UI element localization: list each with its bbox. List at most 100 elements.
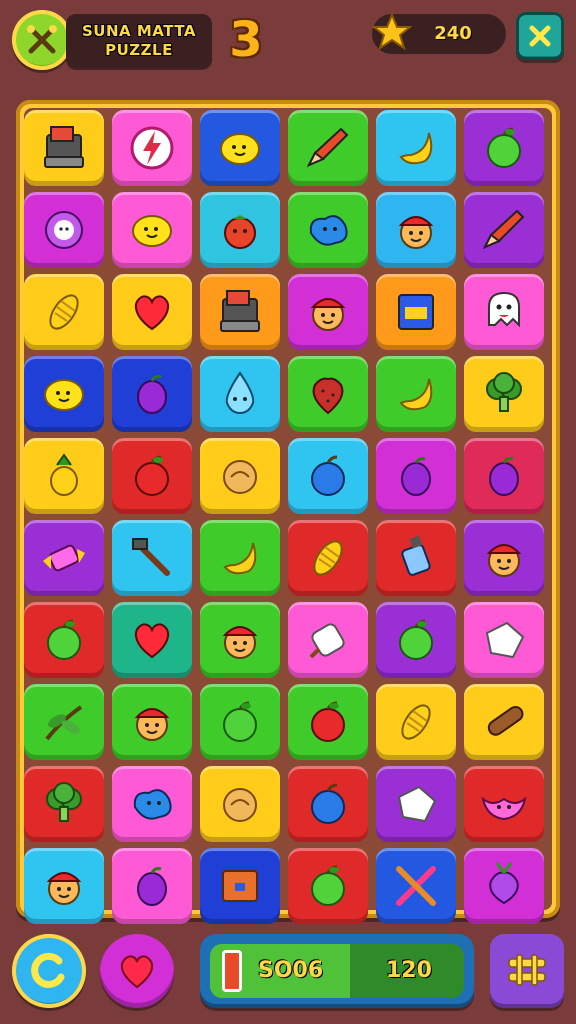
tile[interactable] — [112, 520, 192, 596]
tile[interactable] — [200, 766, 280, 842]
tile[interactable] — [24, 274, 104, 350]
tile[interactable] — [464, 110, 544, 186]
tile[interactable] — [376, 602, 456, 678]
tile[interactable] — [464, 520, 544, 596]
close-icon — [529, 25, 551, 47]
tile[interactable] — [288, 684, 368, 760]
tile[interactable] — [464, 766, 544, 842]
apple-red-icon — [135, 455, 169, 496]
tile[interactable] — [24, 520, 104, 596]
tile[interactable] — [112, 684, 192, 760]
lives-button[interactable] — [100, 934, 174, 1008]
tile[interactable] — [288, 602, 368, 678]
tile[interactable] — [24, 848, 104, 924]
tile[interactable] — [288, 110, 368, 186]
tile[interactable] — [24, 356, 104, 432]
title-line-2: PUZZLE — [105, 41, 173, 59]
tile[interactable] — [112, 192, 192, 268]
title-line-1: SUNA MATTA — [82, 22, 196, 40]
ghost-icon — [488, 291, 520, 328]
tile[interactable] — [200, 192, 280, 268]
battery-icon — [222, 950, 242, 992]
broccoli-icon — [46, 782, 82, 822]
tile[interactable] — [376, 766, 456, 842]
tile[interactable] — [464, 274, 544, 350]
tile[interactable] — [24, 684, 104, 760]
tile[interactable] — [200, 356, 280, 432]
pencil-icon — [306, 127, 349, 167]
tile[interactable] — [200, 110, 280, 186]
apple-icon — [311, 865, 345, 906]
tile[interactable] — [288, 274, 368, 350]
tile[interactable] — [112, 848, 192, 924]
close-button[interactable] — [516, 12, 564, 60]
face-icon — [46, 872, 82, 905]
tile[interactable] — [24, 438, 104, 514]
tile[interactable] — [376, 274, 456, 350]
tile[interactable] — [376, 684, 456, 760]
tile[interactable] — [24, 192, 104, 268]
tile[interactable] — [464, 848, 544, 924]
tile[interactable] — [376, 520, 456, 596]
candy-icon — [43, 544, 85, 572]
tile[interactable] — [200, 438, 280, 514]
tile[interactable] — [376, 356, 456, 432]
tile[interactable] — [376, 848, 456, 924]
banana-icon — [399, 378, 433, 411]
lemon-icon — [44, 379, 84, 411]
game-title: SUNA MATTA PUZZLE — [66, 14, 212, 68]
heart-icon — [134, 623, 170, 659]
tile[interactable] — [200, 848, 280, 924]
tile[interactable] — [200, 520, 280, 596]
restart-button[interactable] — [12, 934, 86, 1008]
tile[interactable] — [200, 274, 280, 350]
tile[interactable] — [112, 274, 192, 350]
tile[interactable] — [24, 602, 104, 678]
tile[interactable] — [112, 356, 192, 432]
tile[interactable] — [464, 438, 544, 514]
heart-icon — [120, 955, 154, 989]
tile[interactable] — [288, 356, 368, 432]
tile[interactable] — [464, 192, 544, 268]
blue-apple-icon — [311, 455, 345, 496]
tile[interactable] — [288, 848, 368, 924]
bread-icon — [223, 460, 257, 494]
plum-icon — [137, 375, 167, 414]
tile[interactable] — [288, 520, 368, 596]
herb-icon — [45, 705, 83, 741]
cross-sticks-icon — [396, 866, 436, 906]
tile[interactable] — [24, 110, 104, 186]
plum-icon — [401, 457, 431, 496]
tile[interactable] — [288, 192, 368, 268]
tile[interactable] — [464, 684, 544, 760]
menu-icon — [508, 954, 546, 986]
tile[interactable] — [112, 602, 192, 678]
tile[interactable] — [112, 438, 192, 514]
tile[interactable] — [376, 110, 456, 186]
tile[interactable] — [112, 766, 192, 842]
tile[interactable] — [112, 110, 192, 186]
apple-icon — [47, 619, 81, 660]
score-value: 240 — [434, 23, 472, 44]
bat-icon — [481, 796, 527, 821]
face-icon — [222, 626, 258, 659]
corn-icon — [313, 540, 343, 576]
tile[interactable] — [376, 192, 456, 268]
cash-register-icon — [44, 126, 84, 168]
tile[interactable] — [200, 602, 280, 678]
log-icon — [487, 705, 524, 736]
crossed-tools-icon — [27, 25, 57, 54]
plum-icon — [137, 867, 167, 906]
tile[interactable] — [24, 766, 104, 842]
tile[interactable] — [464, 356, 544, 432]
tile[interactable] — [288, 766, 368, 842]
tools-button[interactable] — [12, 10, 72, 70]
corn-icon — [49, 294, 79, 330]
tile[interactable] — [376, 438, 456, 514]
flower-icon — [45, 211, 83, 249]
tile[interactable] — [288, 438, 368, 514]
menu-button[interactable] — [490, 934, 564, 1008]
tile[interactable] — [200, 684, 280, 760]
blue-apple-icon — [311, 783, 345, 824]
tile[interactable] — [464, 602, 544, 678]
